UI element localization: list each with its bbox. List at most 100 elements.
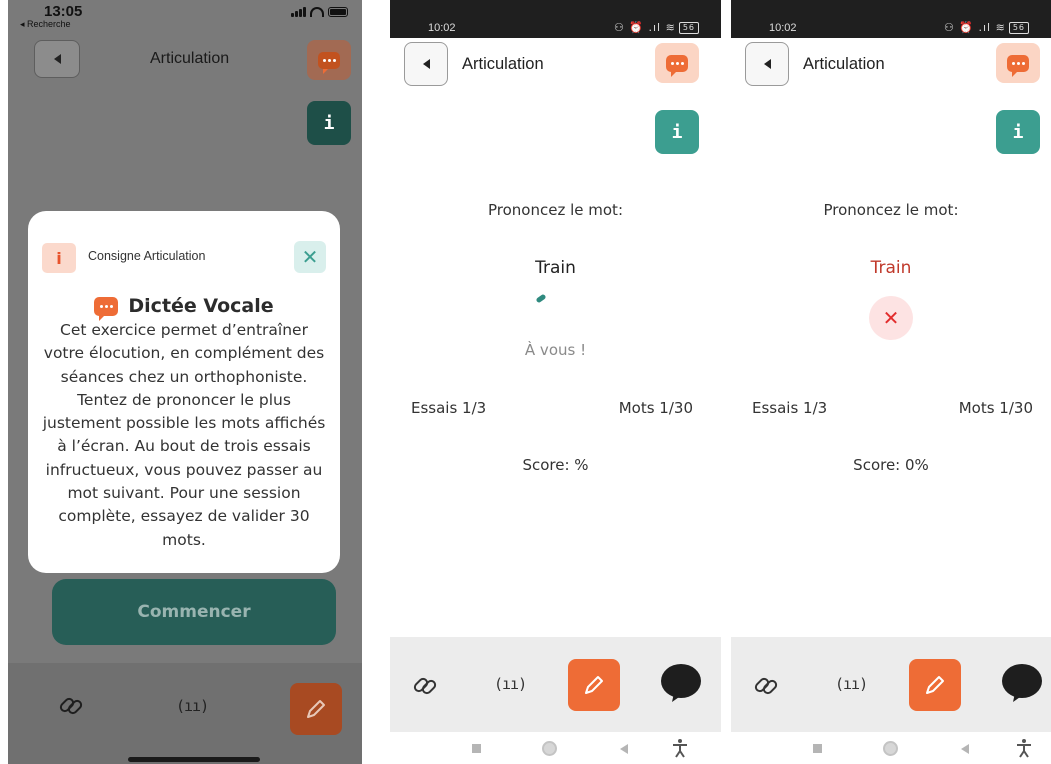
speech-bubble-icon — [661, 664, 701, 702]
score-text: Score: % — [522, 456, 589, 474]
start-button[interactable]: Commencer — [52, 579, 336, 645]
target-word: Train — [870, 258, 912, 278]
page-title: Articulation — [150, 50, 230, 67]
status-icons: ⚇ ⏰ .ıl ≋ 56 — [944, 21, 1029, 34]
back-button[interactable] — [404, 42, 448, 86]
speech-bubble-icon — [1002, 664, 1042, 702]
status-icons: ⚇ ⏰ .ıl ≋ 56 — [614, 21, 699, 34]
body-line: complète, essayez de valider 30 — [58, 507, 310, 526]
prompt-text: Prononcez le mot: — [488, 201, 623, 219]
chat-button[interactable] — [996, 43, 1040, 83]
accessibility-icon[interactable] — [672, 738, 688, 758]
signal-icon — [291, 6, 306, 17]
modal-body: Cet exercice permet d’entraîner votre él… — [38, 319, 330, 552]
close-button[interactable]: ✕ — [294, 241, 326, 273]
words-counter: Mots 1/30 — [618, 399, 693, 417]
modal-heading: Dictée Vocale — [28, 295, 340, 321]
tab-bar: (ıı) — [731, 637, 1051, 732]
phone-screen-failed-attempt: 10:02 ⚇ ⏰ .ıl ≋ 56 Articulation i Prononc… — [731, 0, 1051, 764]
attempts-counter: Essais 1/3 — [752, 399, 828, 417]
pencil-button[interactable] — [568, 659, 620, 711]
recents-button[interactable] — [472, 744, 481, 753]
android-nav-bar — [390, 732, 721, 764]
back-icon — [53, 54, 61, 64]
prompt-text: Prononcez le mot: — [823, 201, 959, 219]
status-icons-text: ⚇ ⏰ .ıl ≋ — [613, 21, 676, 34]
mic-icon[interactable]: (ıı) — [176, 697, 209, 715]
android-nav-bar — [731, 732, 1051, 764]
status-time: 10:02 — [769, 22, 797, 34]
body-line: à l’écran. Au bout de trois essais — [57, 437, 311, 456]
status-bar: 13:05 ◂ Recherche — [8, 0, 362, 36]
link-icon[interactable] — [58, 693, 84, 719]
status-bar: 10:02 ⚇ ⏰ .ıl ≋ 56 — [390, 0, 721, 38]
chat-button[interactable] — [655, 43, 699, 83]
back-to-app-link[interactable]: ◂ Recherche — [20, 19, 71, 30]
modal-title: Consigne Articulation — [88, 249, 206, 263]
body-line: justement possible les mots affichés — [42, 414, 326, 433]
target-word: Train — [535, 258, 576, 278]
home-indicator — [128, 757, 260, 762]
body-line: Tentez de prononcer le plus — [77, 390, 291, 409]
speech-bubble-button[interactable] — [1001, 663, 1043, 703]
body-line: votre élocution, en complément des — [43, 344, 325, 363]
pencil-icon — [926, 676, 944, 694]
home-button[interactable] — [883, 741, 898, 756]
body-line: infructueux, vous pouvez passer au — [45, 460, 323, 479]
chat-button[interactable] — [307, 40, 351, 80]
words-counter: Mots 1/30 — [958, 399, 1033, 417]
accessibility-icon[interactable] — [1016, 738, 1032, 758]
recents-button[interactable] — [813, 744, 822, 753]
back-icon — [763, 59, 771, 69]
mic-icon[interactable]: (ıı) — [835, 675, 868, 693]
info-button[interactable]: i — [996, 110, 1040, 154]
screenshot-collage: 13:05 ◂ Recherche Articulation i Commenc… — [0, 0, 1051, 764]
body-line: mots. — [162, 530, 206, 549]
info-button[interactable]: i — [655, 110, 699, 154]
chat-icon — [666, 54, 688, 77]
attempts-counter: Essais 1/3 — [411, 399, 487, 417]
instructions-modal: i Consigne Articulation ✕ Dictée Vocale … — [28, 211, 340, 573]
pencil-button[interactable] — [290, 683, 342, 735]
status-time: 13:05 — [44, 3, 83, 20]
nav-back-button[interactable] — [961, 744, 969, 754]
battery-icon: 56 — [678, 22, 699, 34]
status-icons-text: ⚇ ⏰ .ıl ≋ — [943, 21, 1006, 34]
modal-heading-text: Dictée Vocale — [128, 295, 274, 317]
page-title: Articulation — [462, 55, 544, 73]
status-bar: 10:02 ⚇ ⏰ .ıl ≋ 56 — [731, 0, 1051, 38]
tab-bar: (ıı) — [8, 663, 362, 764]
chat-icon — [94, 296, 119, 321]
chat-icon — [318, 51, 340, 74]
pencil-icon — [585, 676, 603, 694]
chat-icon — [1007, 54, 1029, 77]
body-line: mot suivant. Pour une session — [67, 484, 301, 503]
info-button[interactable]: i — [307, 101, 351, 145]
back-button[interactable] — [34, 40, 80, 78]
phone-screen-listening: 10:02 ⚇ ⏰ .ıl ≋ 56 Articulation i Prononc… — [390, 0, 721, 764]
status-icons — [291, 6, 348, 17]
mic-icon[interactable]: (ıı) — [494, 675, 527, 693]
body-line: séances chez un orthophoniste. — [60, 367, 308, 386]
score-text: Score: 0% — [853, 456, 929, 474]
speech-bubble-button[interactable] — [660, 663, 702, 703]
pencil-button[interactable] — [909, 659, 961, 711]
back-button[interactable] — [745, 42, 789, 86]
page-title: Articulation — [803, 55, 885, 73]
battery-icon — [328, 6, 348, 17]
body-line: Cet exercice permet d’entraîner — [60, 321, 308, 339]
link-icon[interactable] — [412, 673, 438, 699]
your-turn-text: À vous ! — [524, 341, 587, 359]
phone-screen-instructions: 13:05 ◂ Recherche Articulation i Commenc… — [8, 0, 362, 764]
pencil-icon — [307, 700, 325, 718]
tab-bar: (ıı) — [390, 637, 721, 732]
wifi-icon — [310, 6, 324, 17]
info-icon: i — [42, 243, 76, 273]
battery-icon: 56 — [1008, 22, 1029, 34]
back-icon — [422, 59, 430, 69]
home-button[interactable] — [542, 741, 557, 756]
link-icon[interactable] — [753, 673, 779, 699]
status-time: 10:02 — [428, 22, 456, 34]
nav-back-button[interactable] — [620, 744, 628, 754]
error-icon: ✕ — [869, 296, 913, 340]
